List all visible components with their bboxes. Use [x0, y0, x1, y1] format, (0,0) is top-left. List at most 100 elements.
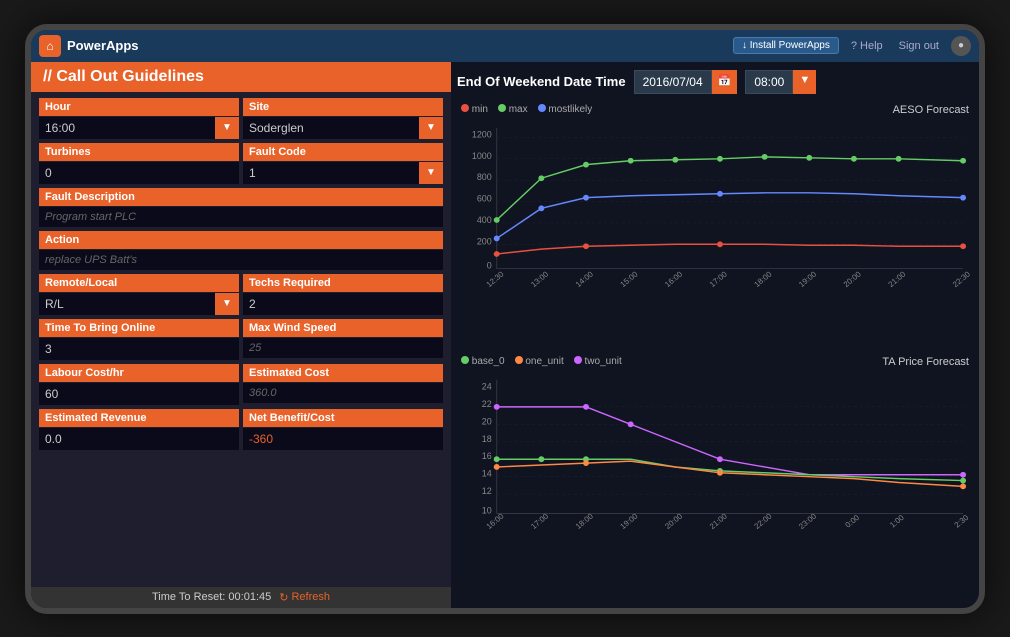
row-action: Action replace UPS Batt's: [39, 231, 443, 270]
svg-text:14:00: 14:00: [574, 269, 596, 288]
est-revenue-group: Estimated Revenue 0.0: [39, 409, 239, 450]
one-unit-dot: [515, 356, 523, 364]
legend-two-unit: two_unit: [574, 356, 622, 367]
svg-text:20:00: 20:00: [842, 269, 864, 288]
action-label: Action: [39, 231, 443, 249]
ta-legend: base_0 one_unit two_unit: [457, 354, 626, 369]
remote-local-label: Remote/Local: [39, 274, 239, 292]
svg-text:21:00: 21:00: [708, 511, 730, 530]
techs-required-label: Techs Required: [243, 274, 443, 292]
remote-local-arrow[interactable]: ▼: [215, 293, 239, 315]
screen: ⌂ PowerApps ↓ Install PowerApps ? Help S…: [31, 30, 979, 608]
max-wind-label: Max Wind Speed: [243, 319, 443, 337]
fault-desc-label: Fault Description: [39, 188, 443, 206]
net-benefit-group: Net Benefit/Cost -360: [243, 409, 443, 450]
svg-text:12:30: 12:30: [485, 269, 507, 288]
nav-right: ↓ Install PowerApps ? Help Sign out ●: [733, 36, 971, 56]
site-value[interactable]: Soderglen: [243, 117, 419, 139]
svg-text:16:00: 16:00: [663, 269, 685, 288]
svg-text:12: 12: [482, 486, 492, 496]
date-input[interactable]: 2016/07/04: [634, 70, 712, 94]
remote-local-group: Remote/Local R/L ▼: [39, 274, 239, 315]
base0-label: base_0: [472, 356, 505, 367]
hour-value[interactable]: 16:00: [39, 117, 215, 139]
svg-text:19:00: 19:00: [797, 269, 819, 288]
legend-min: min: [461, 104, 488, 115]
turbines-value[interactable]: 0: [39, 162, 239, 184]
fault-code-group: Fault Code 1 ▼: [243, 143, 443, 184]
techs-required-group: Techs Required 2: [243, 274, 443, 315]
action-value[interactable]: replace UPS Batt's: [39, 250, 443, 270]
signout-button[interactable]: Sign out: [895, 38, 943, 54]
aeso-chart-svg-area: 0 200 400 600 800 1000 1200: [457, 118, 973, 350]
one-unit-label: one_unit: [525, 356, 563, 367]
hour-dropdown-arrow[interactable]: ▼: [215, 117, 239, 139]
refresh-label: Refresh: [291, 591, 330, 603]
svg-text:1:00: 1:00: [888, 512, 906, 529]
site-dropdown-arrow[interactable]: ▼: [419, 117, 443, 139]
ta-chart-svg-area: 10 12 14 16 18 20 22 24: [457, 370, 973, 602]
hour-group: Hour 16:00 ▼: [39, 98, 239, 139]
ta-chart-title: TA Price Forecast: [878, 354, 973, 370]
legend-max: max: [498, 104, 528, 115]
svg-text:24: 24: [482, 381, 492, 391]
est-cost-value[interactable]: 360.0: [243, 383, 443, 403]
net-benefit-label: Net Benefit/Cost: [243, 409, 443, 427]
svg-text:14: 14: [482, 468, 492, 478]
time-arrow-button[interactable]: ▼: [793, 70, 816, 94]
svg-text:0: 0: [487, 260, 492, 270]
right-panel: End Of Weekend Date Time 2016/07/04 📅 08…: [451, 62, 979, 608]
row-fault-desc: Fault Description Program start PLC: [39, 188, 443, 227]
row-hour-site: Hour 16:00 ▼ Site Soderglen ▼: [39, 98, 443, 139]
svg-text:18:00: 18:00: [574, 511, 596, 530]
min-label: min: [472, 104, 488, 115]
two-unit-label: two_unit: [585, 356, 622, 367]
install-button[interactable]: ↓ Install PowerApps: [733, 37, 839, 54]
svg-text:200: 200: [477, 236, 492, 246]
est-revenue-value[interactable]: 0.0: [39, 428, 239, 450]
net-benefit-value[interactable]: -360: [243, 428, 443, 450]
time-to-reset: Time To Reset: 00:01:45: [152, 591, 271, 603]
action-group: Action replace UPS Batt's: [39, 231, 443, 270]
svg-text:22:30: 22:30: [951, 269, 973, 288]
svg-text:18: 18: [482, 433, 492, 443]
fault-code-arrow[interactable]: ▼: [419, 162, 443, 184]
refresh-button[interactable]: ↻ Refresh: [279, 591, 330, 604]
remote-local-container: R/L ▼: [39, 293, 239, 315]
mostlikely-dot: [538, 104, 546, 112]
max-label: max: [509, 104, 528, 115]
est-revenue-label: Estimated Revenue: [39, 409, 239, 427]
max-wind-value[interactable]: 25: [243, 338, 443, 358]
row-turbines-fault: Turbines 0 Fault Code 1 ▼: [39, 143, 443, 184]
fault-desc-value[interactable]: Program start PLC: [39, 207, 443, 227]
labour-cost-value[interactable]: 60: [39, 383, 239, 405]
fault-code-value[interactable]: 1: [243, 162, 419, 184]
svg-text:21:00: 21:00: [886, 269, 908, 288]
svg-text:2:30: 2:30: [953, 512, 971, 529]
remote-local-value[interactable]: R/L: [39, 293, 215, 315]
aeso-chart-container: min max mostlikely AESO Forecast: [457, 102, 973, 350]
svg-text:13:00: 13:00: [529, 269, 551, 288]
svg-text:23:00: 23:00: [797, 511, 819, 530]
svg-text:19:00: 19:00: [619, 511, 641, 530]
turbines-label: Turbines: [39, 143, 239, 161]
brand-label: PowerApps: [67, 38, 727, 53]
svg-text:17:00: 17:00: [529, 511, 551, 530]
time-online-value[interactable]: 3: [39, 338, 239, 360]
hour-label: Hour: [39, 98, 239, 116]
help-button[interactable]: ? Help: [847, 38, 887, 54]
time-input[interactable]: 08:00: [745, 70, 793, 94]
svg-text:16: 16: [482, 451, 492, 461]
install-label: ↓ Install PowerApps: [742, 40, 830, 51]
aeso-chart: 0 200 400 600 800 1000 1200: [457, 118, 973, 288]
site-input-container: Soderglen ▼: [243, 117, 443, 139]
home-button[interactable]: ⌂: [39, 35, 61, 57]
techs-required-value[interactable]: 2: [243, 293, 443, 315]
calendar-button[interactable]: 📅: [712, 70, 738, 94]
row-time-wind: Time To Bring Online 3 Max Wind Speed 25: [39, 319, 443, 360]
row-remote-techs: Remote/Local R/L ▼ Techs Required 2: [39, 274, 443, 315]
legend-mostlikely: mostlikely: [538, 104, 593, 115]
top-nav: ⌂ PowerApps ↓ Install PowerApps ? Help S…: [31, 30, 979, 62]
aeso-legend: min max mostlikely: [457, 102, 596, 117]
time-online-group: Time To Bring Online 3: [39, 319, 239, 360]
